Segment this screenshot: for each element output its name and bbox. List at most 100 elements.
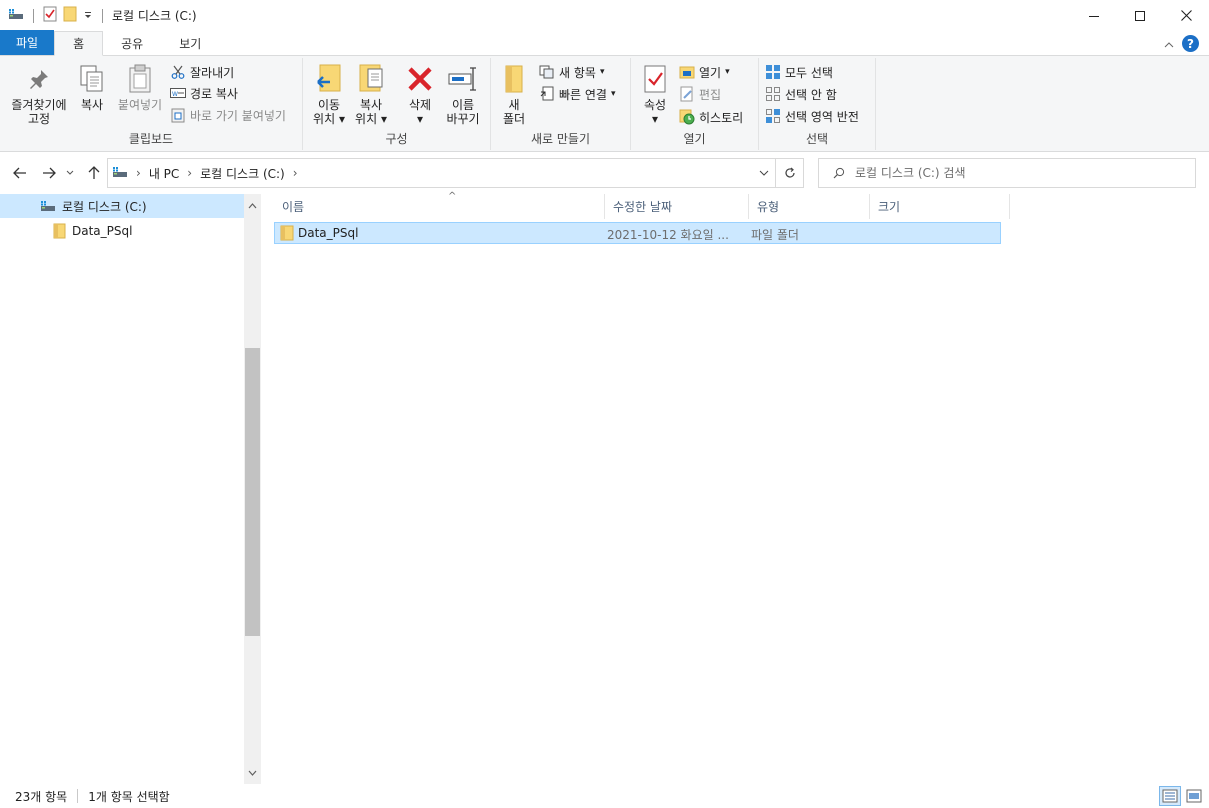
navigation-pane: 로컬 디스크 (C:) Data_PSql: [0, 194, 261, 784]
large-icons-view-button[interactable]: [1183, 786, 1205, 806]
paste-shortcut-button[interactable]: 바로 가기 붙여넣기: [170, 105, 286, 125]
refresh-icon: [784, 167, 795, 178]
navigation-pane-scrollbar[interactable]: [244, 194, 261, 784]
history-icon: [679, 109, 695, 125]
nav-item-label: 로컬 디스크 (C:): [62, 199, 147, 214]
status-bar: 23개 항목 1개 항목 선택함: [0, 784, 1209, 808]
select-group: 모두 선택 선택 안 함 선택 영역 반전 선택: [759, 58, 876, 150]
forward-arrow-icon: [43, 167, 56, 179]
chevron-down-icon: [248, 770, 257, 776]
paste-shortcut-icon: [170, 107, 186, 123]
new-item-icon: [539, 64, 555, 80]
refresh-button[interactable]: [775, 159, 803, 187]
edit-button[interactable]: 편집: [679, 84, 721, 104]
rename-icon: [446, 62, 480, 96]
collapse-ribbon-icon[interactable]: [1164, 37, 1174, 51]
drive-icon: [8, 8, 24, 23]
column-header-type[interactable]: 유형: [749, 194, 870, 219]
column-header-modified[interactable]: 수정한 날짜: [605, 194, 749, 219]
maximize-button[interactable]: [1117, 0, 1163, 31]
address-bar[interactable]: › 내 PC › 로컬 디스크 (C:) ›: [107, 158, 804, 188]
breadcrumb-local-disk[interactable]: 로컬 디스크 (C:): [200, 165, 285, 182]
paste-icon: [123, 62, 157, 96]
scroll-down-button[interactable]: [244, 764, 261, 781]
up-button[interactable]: [84, 163, 104, 183]
nav-item-data-psql[interactable]: Data_PSql: [0, 219, 244, 243]
open-group-label: 열기: [683, 132, 706, 146]
copy-path-button[interactable]: W 경로 복사: [170, 83, 238, 103]
file-name: Data_PSql: [298, 226, 359, 240]
tab-home[interactable]: 홈: [54, 31, 104, 56]
chevron-right-icon[interactable]: ›: [187, 166, 192, 180]
pin-to-quick-access-button[interactable]: 즐겨찾기에 고정: [6, 62, 72, 126]
history-button[interactable]: 히스토리: [679, 107, 743, 127]
back-button[interactable]: [10, 163, 30, 183]
navigation-bar: › 내 PC › 로컬 디스크 (C:) ›: [0, 152, 1209, 194]
search-input[interactable]: [855, 166, 1175, 180]
nav-item-local-disk[interactable]: 로컬 디스크 (C:): [0, 194, 244, 218]
edit-icon: [679, 86, 695, 102]
drive-icon: [112, 166, 128, 181]
copy-button[interactable]: 복사: [74, 62, 110, 112]
chevron-right-icon[interactable]: ›: [136, 166, 141, 180]
open-button[interactable]: 열기 ▾: [679, 62, 730, 82]
easy-access-button[interactable]: 빠른 연결 ▾: [539, 84, 616, 104]
chevron-up-icon: [248, 202, 257, 208]
paste-button[interactable]: 붙여넣기: [114, 62, 166, 112]
quick-access-toolbar: [0, 0, 106, 31]
new-item-button[interactable]: 새 항목 ▾: [539, 62, 604, 82]
move-to-button[interactable]: 이동 위치 ▾: [309, 62, 349, 126]
chevron-right-icon[interactable]: ›: [293, 166, 298, 180]
copy-to-button[interactable]: 복사 위치 ▾: [351, 62, 391, 126]
recent-locations-button[interactable]: [63, 163, 77, 183]
table-row[interactable]: Data_PSql 2021-10-12 화요일 ... 파일 폴더: [274, 222, 1001, 244]
forward-button[interactable]: [39, 163, 59, 183]
address-history-button[interactable]: [751, 159, 775, 187]
scroll-thumb[interactable]: [245, 348, 260, 636]
details-view-button[interactable]: [1159, 786, 1181, 806]
new-folder-qat-icon[interactable]: [63, 6, 77, 25]
up-arrow-icon: [88, 166, 100, 179]
new-folder-button[interactable]: 새 폴더: [497, 62, 531, 126]
close-button[interactable]: [1163, 0, 1209, 31]
select-group-label: 선택: [805, 132, 829, 146]
selection-count: 1개 항목 선택함: [88, 789, 170, 804]
back-arrow-icon: [13, 167, 26, 179]
drive-icon: [40, 200, 56, 212]
invert-selection-button[interactable]: 선택 영역 반전: [765, 106, 859, 126]
invert-selection-icon: [765, 108, 781, 124]
copy-to-icon: [354, 62, 388, 96]
tab-file[interactable]: 파일: [0, 30, 55, 55]
folder-icon: [53, 223, 66, 239]
column-header-name[interactable]: 이름 ^: [274, 191, 605, 219]
select-none-button[interactable]: 선택 안 함: [765, 84, 837, 104]
breadcrumb-this-pc[interactable]: 내 PC: [149, 165, 179, 182]
tab-view[interactable]: 보기: [161, 31, 219, 55]
organize-group: 이동 위치 ▾ 복사 위치 ▾ 삭제 ▾ 이름 바꾸기 구성: [303, 58, 491, 150]
customize-qat-icon[interactable]: [83, 9, 93, 23]
cut-button[interactable]: 잘라내기: [170, 62, 234, 82]
rename-button[interactable]: 이름 바꾸기: [441, 62, 485, 126]
properties-button[interactable]: 속성 ▾: [637, 62, 673, 126]
delete-button[interactable]: 삭제 ▾: [402, 62, 438, 126]
chevron-down-icon: [759, 170, 768, 176]
select-none-icon: [765, 86, 781, 102]
search-icon: [833, 167, 845, 179]
organize-group-label: 구성: [385, 132, 408, 146]
tab-share[interactable]: 공유: [103, 31, 161, 55]
copy-icon: [75, 62, 109, 96]
open-folder-icon: [679, 64, 695, 80]
nav-item-label: Data_PSql: [72, 224, 133, 238]
file-list: 이름 ^ 수정한 날짜 유형 크기 Data_PSql 2021-10-12 화…: [261, 191, 1209, 784]
move-to-icon: [312, 62, 346, 96]
scroll-up-button[interactable]: [244, 197, 261, 214]
help-icon[interactable]: ?: [1182, 35, 1199, 52]
scissors-icon: [170, 64, 186, 80]
window-title: 로컬 디스크 (C:): [112, 9, 197, 23]
maximize-icon: [1135, 10, 1145, 21]
select-all-button[interactable]: 모두 선택: [765, 62, 833, 82]
column-header-size[interactable]: 크기: [870, 194, 1010, 219]
properties-qat-icon[interactable]: [43, 6, 57, 25]
search-box[interactable]: [818, 158, 1196, 188]
minimize-button[interactable]: [1071, 0, 1117, 31]
